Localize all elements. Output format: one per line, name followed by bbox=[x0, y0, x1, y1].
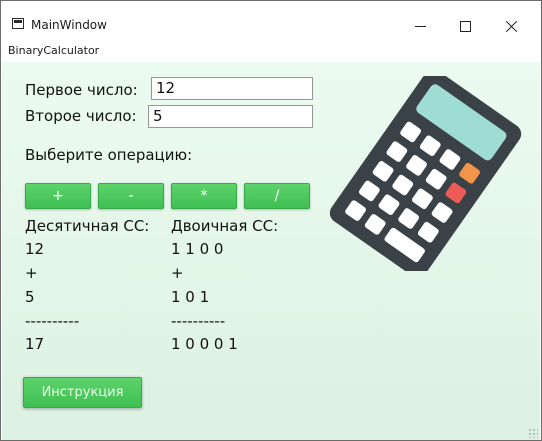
minimize-icon bbox=[415, 26, 426, 27]
window-title: MainWindow bbox=[31, 18, 107, 32]
binary-header: Двоичная СС: bbox=[171, 217, 279, 235]
subtract-button[interactable]: - bbox=[98, 183, 164, 209]
decimal-operand-2: 5 bbox=[25, 288, 35, 306]
maximize-icon bbox=[460, 21, 471, 32]
decimal-header: Десятичная СС: bbox=[25, 217, 150, 235]
minimize-button[interactable] bbox=[400, 12, 440, 40]
binary-separator: ---------- bbox=[171, 312, 226, 330]
decimal-separator: ---------- bbox=[25, 312, 80, 330]
second-number-label: Второе число: bbox=[25, 107, 137, 125]
decimal-operator: + bbox=[25, 264, 38, 282]
binary-operator: + bbox=[171, 264, 184, 282]
second-number-input[interactable]: 5 bbox=[148, 105, 313, 128]
multiply-button[interactable]: * bbox=[171, 183, 237, 209]
binary-operand-2: 1 0 1 bbox=[171, 288, 210, 306]
binary-result: 1 0 0 0 1 bbox=[171, 335, 238, 353]
first-number-label: Первое число: bbox=[25, 81, 138, 99]
app-subtitle: BinaryCalculator bbox=[8, 44, 100, 57]
calculator-icon bbox=[329, 76, 522, 271]
operation-label: Выберите операцию: bbox=[25, 146, 193, 164]
divide-button[interactable]: / bbox=[244, 183, 310, 209]
first-number-input[interactable]: 12 bbox=[151, 77, 313, 100]
close-button[interactable] bbox=[491, 12, 531, 40]
binary-operand-1: 1 1 0 0 bbox=[171, 240, 224, 258]
title-bar[interactable]: MainWindow BinaryCalculator bbox=[1, 1, 541, 57]
add-button[interactable]: + bbox=[25, 183, 91, 209]
decimal-operand-1: 12 bbox=[25, 240, 45, 258]
instructions-button[interactable]: Инструкция bbox=[23, 377, 142, 408]
calculator-panel: Первое число: 12 Второе число: 5 Выберит… bbox=[2, 62, 540, 440]
close-icon bbox=[505, 20, 518, 33]
maximize-button[interactable] bbox=[446, 12, 486, 40]
main-window: MainWindow BinaryCalculator Первое число… bbox=[0, 0, 542, 441]
decimal-result: 17 bbox=[25, 335, 45, 353]
window-icon bbox=[12, 18, 24, 29]
resize-grip[interactable] bbox=[528, 428, 538, 438]
